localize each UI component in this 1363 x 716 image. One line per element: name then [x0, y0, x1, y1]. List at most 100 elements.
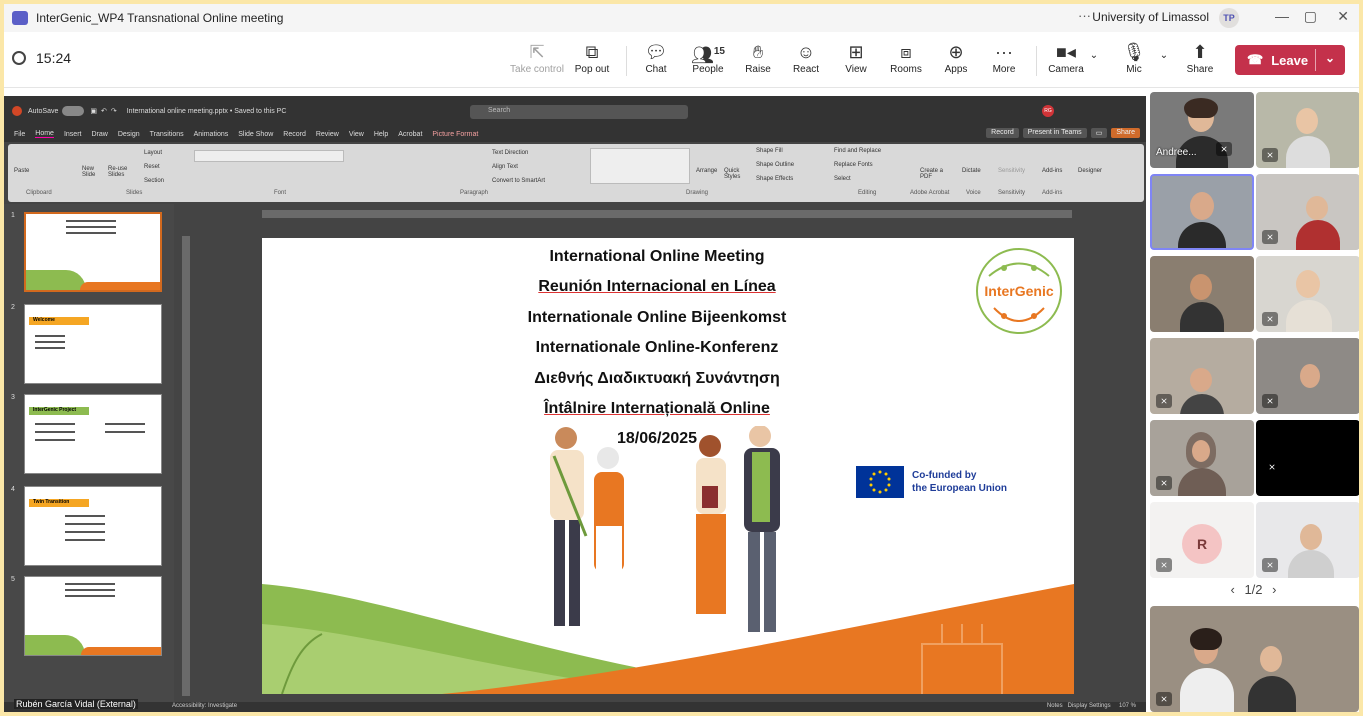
view-button[interactable]: ⊞ View: [828, 40, 884, 75]
pp-tab-record[interactable]: Record: [283, 131, 306, 138]
display-settings-button[interactable]: Display Settings: [1068, 703, 1111, 709]
people-button[interactable]: 👥︎15 People: [680, 40, 736, 75]
redo-icon[interactable]: ↷: [111, 107, 117, 115]
section-button[interactable]: Section: [144, 178, 164, 184]
more-button[interactable]: ··· More: [976, 40, 1032, 75]
notes-button[interactable]: Notes: [1047, 703, 1063, 709]
participant-tile[interactable]: [1150, 256, 1254, 332]
presenter-name: Rubén García Vidal (External): [14, 699, 138, 709]
pp-share-button[interactable]: Share: [1111, 128, 1140, 138]
close-icon[interactable]: ✕: [1337, 8, 1349, 25]
participant-tile[interactable]: ⨯: [1150, 338, 1254, 414]
align-text-button[interactable]: Align Text: [492, 164, 518, 170]
find-replace-button[interactable]: Find and Replace: [834, 148, 881, 154]
pp-comments-icon[interactable]: ▭: [1090, 128, 1108, 138]
pp-tab-animations[interactable]: Animations: [194, 131, 229, 138]
reuse-slides-button[interactable]: Re-use Slides: [108, 166, 130, 178]
slide-thumbnail-3[interactable]: InterGenic Project: [24, 394, 162, 474]
font-name-box[interactable]: [194, 150, 344, 162]
save-icon[interactable]: ▣: [90, 107, 97, 115]
participant-tile-avatar[interactable]: R ⨯: [1150, 502, 1254, 578]
participant-tile-camera-off[interactable]: ⨯: [1256, 420, 1359, 496]
pp-tab-slideshow[interactable]: Slide Show: [238, 131, 273, 138]
eu-line-2: the European Union: [912, 483, 1007, 494]
minimize-icon[interactable]: —: [1275, 8, 1289, 24]
shapes-gallery[interactable]: [590, 148, 690, 184]
smartart-button[interactable]: Convert to SmartArt: [492, 178, 545, 184]
create-pdf-button[interactable]: Create a PDF: [920, 168, 944, 180]
pp-tab-acrobat[interactable]: Acrobat: [398, 131, 422, 138]
participant-tile-speaking[interactable]: [1150, 174, 1254, 250]
slide-canvas[interactable]: International Online Meeting Reunión Int…: [262, 238, 1074, 694]
layout-button[interactable]: Layout: [144, 150, 162, 156]
pp-user-badge[interactable]: RG: [1042, 105, 1054, 117]
shape-effects-button[interactable]: Shape Effects: [756, 176, 793, 182]
participant-tile[interactable]: ⨯: [1256, 92, 1359, 168]
camera-options-chevron-icon[interactable]: ⌄: [1086, 50, 1102, 61]
sensitivity-button[interactable]: Sensitivity: [998, 168, 1025, 174]
organization-name[interactable]: University of Limassol: [1092, 10, 1209, 24]
powerpoint-search[interactable]: Search: [470, 105, 688, 119]
react-button[interactable]: ☺ React: [778, 40, 834, 75]
participant-tile[interactable]: ⨯: [1256, 174, 1359, 250]
arrange-button[interactable]: Arrange: [696, 168, 717, 174]
pp-tab-home[interactable]: Home: [35, 130, 54, 138]
slide-thumbnail-1[interactable]: [24, 212, 162, 292]
eu-text: Co-funded by the European Union: [912, 469, 1007, 495]
pp-tab-transitions[interactable]: Transitions: [150, 131, 184, 138]
shape-fill-button[interactable]: Shape Fill: [756, 148, 783, 154]
leave-button[interactable]: ☎︎ Leave ⌄: [1235, 45, 1345, 75]
mic-button[interactable]: 🎙︎ Mic: [1106, 40, 1162, 75]
thumb-text-line: [65, 539, 105, 541]
prev-page-chevron-icon[interactable]: ‹: [1230, 582, 1234, 597]
paste-button[interactable]: Paste: [14, 168, 29, 174]
replace-fonts-button[interactable]: Replace Fonts: [834, 162, 873, 168]
pp-tab-design[interactable]: Design: [118, 131, 140, 138]
chat-button[interactable]: 💬︎ Chat: [628, 40, 684, 75]
accessibility-status[interactable]: Accessibility: Investigate: [172, 703, 237, 709]
pop-out-button[interactable]: ⧉ Pop out: [564, 40, 620, 75]
new-slide-button[interactable]: New Slide: [82, 166, 104, 178]
slide-thumbnail-5[interactable]: [24, 576, 162, 656]
participant-face: [1190, 368, 1212, 392]
select-button[interactable]: Select: [834, 176, 851, 182]
ribbon-group-drawing: Drawing: [686, 190, 709, 196]
pp-tab-file[interactable]: File: [14, 131, 25, 138]
pp-present-button[interactable]: Present in Teams: [1022, 128, 1087, 138]
pp-tab-insert[interactable]: Insert: [64, 131, 82, 138]
participant-tile[interactable]: Andree... ⨯: [1150, 92, 1254, 168]
pp-tab-picture-format[interactable]: Picture Format: [432, 131, 478, 138]
more-options-icon[interactable]: ···: [1078, 8, 1091, 23]
zoom-level[interactable]: 107 %: [1119, 703, 1136, 709]
next-page-chevron-icon[interactable]: ›: [1272, 582, 1276, 597]
pp-record-button[interactable]: Record: [986, 128, 1019, 138]
autosave-toggle[interactable]: [62, 106, 85, 116]
dictate-button[interactable]: Dictate: [962, 168, 981, 174]
mic-options-chevron-icon[interactable]: ⌄: [1156, 50, 1172, 61]
participant-tile[interactable]: ⨯: [1150, 420, 1254, 496]
leave-options-chevron-icon[interactable]: ⌄: [1325, 51, 1335, 65]
text-direction-button[interactable]: Text Direction: [492, 150, 528, 156]
reset-button[interactable]: Reset: [144, 164, 160, 170]
participant-tile[interactable]: ⨯: [1256, 256, 1359, 332]
pp-tab-view[interactable]: View: [349, 131, 364, 138]
take-control-button[interactable]: ⇱ Take control: [507, 40, 567, 75]
addins-button[interactable]: Add-ins: [1042, 168, 1062, 174]
pp-tab-help[interactable]: Help: [374, 131, 388, 138]
user-avatar[interactable]: TP: [1219, 8, 1239, 28]
self-view-tile[interactable]: ⨯: [1150, 606, 1359, 712]
pp-tab-review[interactable]: Review: [316, 131, 339, 138]
designer-button[interactable]: Designer: [1078, 168, 1102, 174]
rooms-button[interactable]: ⧈ Rooms: [878, 40, 934, 75]
participant-tile[interactable]: ⨯: [1256, 338, 1359, 414]
restore-icon[interactable]: ▢: [1304, 8, 1317, 25]
participant-tile[interactable]: ⨯: [1256, 502, 1359, 578]
undo-icon[interactable]: ↶: [101, 107, 107, 115]
quick-styles-button[interactable]: Quick Styles: [724, 168, 748, 180]
shape-outline-button[interactable]: Shape Outline: [756, 162, 794, 168]
slide-thumbnail-4[interactable]: Twin Transition: [24, 486, 162, 566]
slide-thumbnail-2[interactable]: Welcome: [24, 304, 162, 384]
share-button[interactable]: ⬆︎ Share: [1172, 40, 1228, 75]
pp-tab-draw[interactable]: Draw: [91, 131, 107, 138]
thumb-text-line: [66, 232, 116, 234]
